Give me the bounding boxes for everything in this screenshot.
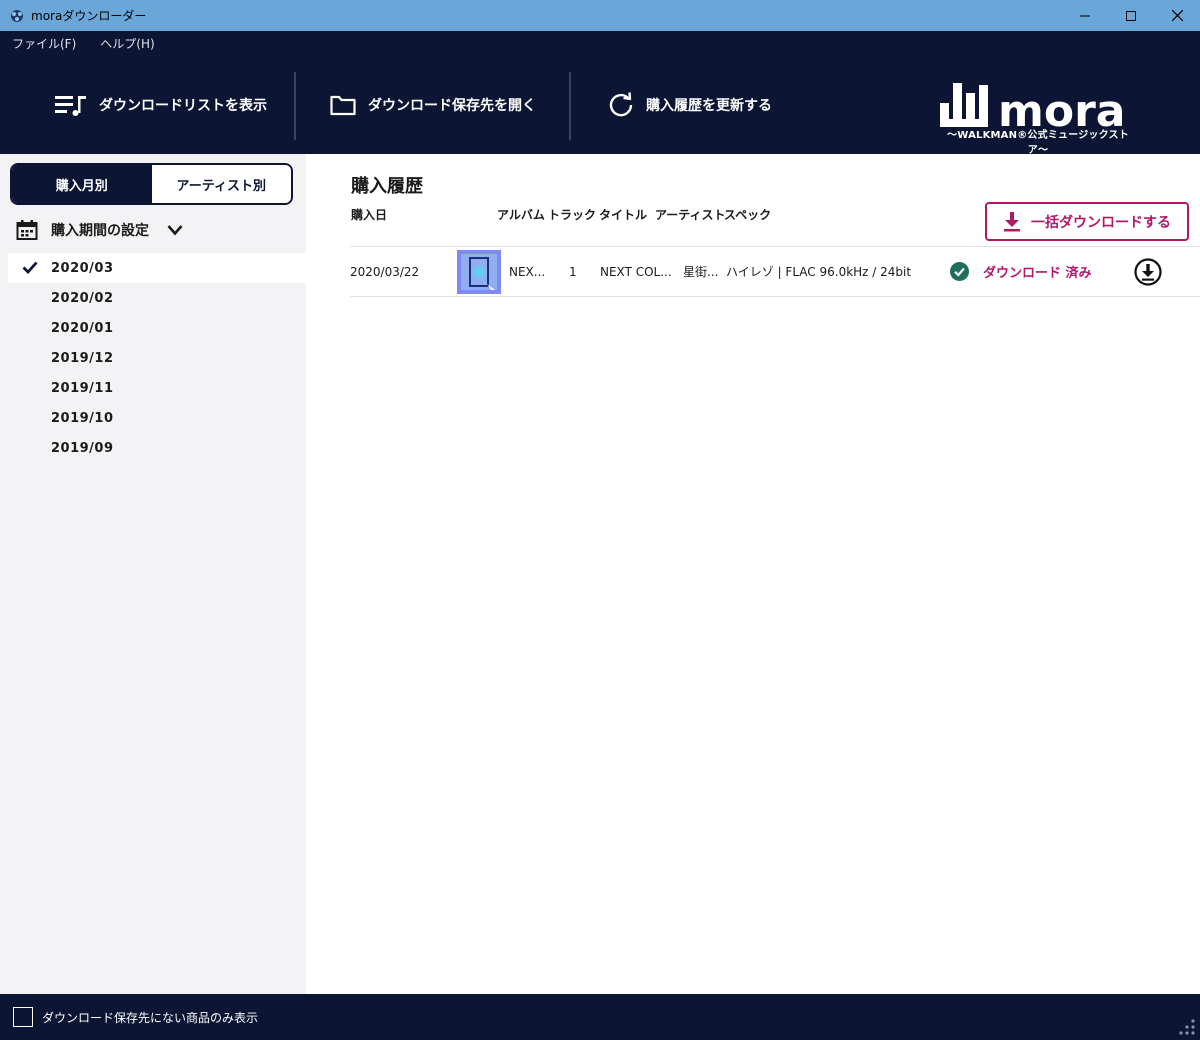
row-status: ダウンロード 済み xyxy=(950,247,1092,296)
month-label: 2020/02 xyxy=(51,290,114,306)
month-item-2020-02[interactable]: 2020/02 xyxy=(8,283,306,313)
month-label: 2020/01 xyxy=(51,320,114,336)
bulk-download-button[interactable]: 一括ダウンロードする xyxy=(985,202,1189,241)
refresh-history-label: 購入履歴を更新する xyxy=(646,97,772,114)
month-item-2019-11[interactable]: 2019/11 xyxy=(8,373,306,403)
minimize-icon xyxy=(1080,15,1090,16)
tab-by-artist[interactable]: アーティスト別 xyxy=(151,165,291,203)
column-header-spec: スペック xyxy=(724,208,772,222)
column-header-artist: アーティスト xyxy=(655,208,726,222)
month-label: 2020/03 xyxy=(51,260,114,276)
window-controls xyxy=(1062,0,1200,31)
show-download-list-label: ダウンロードリストを表示 xyxy=(99,97,267,114)
menu-help[interactable]: ヘルプ(H) xyxy=(100,35,154,52)
page-title: 購入履歴 xyxy=(351,176,423,197)
menu-bar: ファイル(F) ヘルプ(H) xyxy=(0,31,1200,55)
table-row[interactable]: 2020/03/22 NEX... 1 NEXT COL... 星街... ハイ… xyxy=(350,246,1200,297)
album-art xyxy=(457,250,501,294)
period-setting-toggle[interactable]: 購入期間の設定 xyxy=(16,220,196,240)
resize-grip-icon[interactable] xyxy=(1178,1018,1196,1036)
playlist-icon xyxy=(55,95,86,116)
check-circle-icon xyxy=(950,262,969,281)
sidebar: 購入月別 アーティスト別 購入期間の設定 2020/03 2020/02 202… xyxy=(0,154,306,994)
month-list: 2020/03 2020/02 2020/01 2019/12 2019/11 … xyxy=(8,253,306,463)
month-item-2019-09[interactable]: 2019/09 xyxy=(8,433,306,463)
column-header-album: アルバム xyxy=(497,208,545,222)
window-title: moraダウンローダー xyxy=(31,9,147,23)
calendar-icon xyxy=(16,220,38,240)
album-art-image xyxy=(457,250,501,294)
column-header-track: トラック xyxy=(548,208,597,222)
row-spec: ハイレゾ | FLAC 96.0kHz / 24bit xyxy=(726,265,912,279)
row-date: 2020/03/22 xyxy=(350,264,420,279)
header-divider xyxy=(569,72,571,140)
row-title: NEXT COL... xyxy=(600,264,672,279)
month-item-2020-03[interactable]: 2020/03 xyxy=(8,253,306,283)
main-content: 購入履歴 購入日 アルバム トラック タイトル アーティスト スペック 一括ダウ… xyxy=(306,154,1200,994)
check-icon xyxy=(22,261,38,274)
show-download-list-button[interactable]: ダウンロードリストを表示 xyxy=(55,55,267,154)
menu-file[interactable]: ファイル(F) xyxy=(12,35,76,52)
row-album: NEX... xyxy=(509,264,546,279)
open-save-folder-button[interactable]: ダウンロード保存先を開く xyxy=(330,55,536,154)
chevron-down-icon xyxy=(167,225,183,236)
only-missing-label: ダウンロード保存先にない商品のみ表示 xyxy=(42,1010,259,1025)
month-label: 2019/12 xyxy=(51,350,114,366)
month-item-2020-01[interactable]: 2020/01 xyxy=(8,313,306,343)
refresh-history-button[interactable]: 購入履歴を更新する xyxy=(608,55,772,154)
month-item-2019-10[interactable]: 2019/10 xyxy=(8,403,306,433)
only-missing-checkbox[interactable] xyxy=(13,1007,33,1027)
view-mode-toggle: 購入月別 アーティスト別 xyxy=(10,163,293,205)
window-titlebar: moraダウンローダー xyxy=(0,0,1200,31)
download-icon xyxy=(1004,211,1020,231)
open-save-folder-label: ダウンロード保存先を開く xyxy=(368,97,536,114)
refresh-icon xyxy=(609,91,633,116)
mora-app-icon xyxy=(11,9,23,22)
header-divider xyxy=(294,72,296,140)
download-status: ダウンロード 済み xyxy=(983,266,1092,281)
month-label: 2019/10 xyxy=(51,410,114,426)
close-icon xyxy=(1171,10,1183,21)
tab-by-month[interactable]: 購入月別 xyxy=(12,165,152,203)
row-artist: 星街... xyxy=(683,265,719,279)
column-header-date: 購入日 xyxy=(351,208,388,222)
logo-subtitle: 〜WALKMAN®公式ミュージックストア〜 xyxy=(947,130,1129,156)
maximize-button[interactable] xyxy=(1108,0,1154,31)
footer-bar: ダウンロード保存先にない商品のみ表示 xyxy=(0,994,1200,1040)
bulk-download-label: 一括ダウンロードする xyxy=(1031,214,1171,231)
row-track: 1 xyxy=(569,264,577,279)
month-label: 2019/11 xyxy=(51,380,114,396)
row-download-button[interactable] xyxy=(1134,247,1162,296)
folder-icon xyxy=(330,95,356,115)
app-header: ダウンロードリストを表示 ダウンロード保存先を開く 購入履歴を更新する mora… xyxy=(0,55,1200,156)
minimize-button[interactable] xyxy=(1062,0,1108,31)
maximize-icon xyxy=(1126,10,1136,21)
month-item-2019-12[interactable]: 2019/12 xyxy=(8,343,306,373)
download-circle-icon xyxy=(1134,257,1162,286)
close-button[interactable] xyxy=(1154,0,1200,31)
month-label: 2019/09 xyxy=(51,440,114,456)
period-setting-label: 購入期間の設定 xyxy=(51,223,149,239)
column-header-title: タイトル xyxy=(599,208,648,222)
